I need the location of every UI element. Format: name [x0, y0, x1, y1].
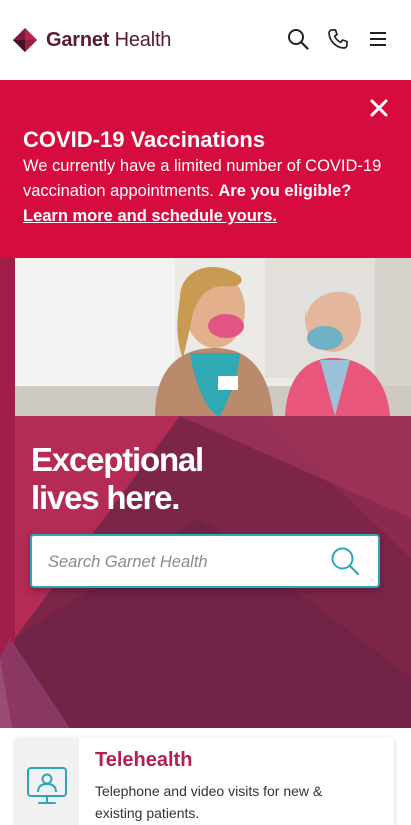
garnet-diamond-logo-icon [13, 28, 37, 52]
logo-wordmark: Garnet Health [46, 29, 171, 52]
banner-title: COVID-19 Vaccinations [23, 127, 266, 152]
hero-heading-line-1: Exceptional [31, 441, 204, 478]
logo-word-bold: Garnet [46, 28, 110, 51]
menu-icon[interactable] [367, 28, 389, 50]
hero-heading: Exceptional lives here. [31, 441, 331, 517]
learn-more-schedule-link[interactable]: Learn more and schedule yours. [23, 204, 277, 229]
hero-section: Exceptional lives here. [0, 258, 411, 728]
banner-message: We currently have a limited number of CO… [23, 154, 389, 204]
search-input[interactable] [48, 548, 318, 576]
garnet-health-logo[interactable]: Garnet Health [12, 27, 171, 53]
covid-alert-banner: COVID-19 Vaccinations We currently have … [0, 80, 411, 258]
site-header: Garnet Health [0, 0, 411, 80]
telehealth-monitor-icon [27, 767, 67, 804]
search-submit-icon[interactable] [330, 546, 360, 576]
site-search [30, 534, 380, 588]
logo-word-light: Health [109, 28, 172, 51]
nurse-and-patient-photo [15, 258, 411, 416]
phone-icon[interactable] [327, 28, 349, 50]
banner-eligibility-question: Are you eligible? [218, 182, 352, 200]
card-title: Telehealth [95, 749, 193, 771]
card-description: Telephone and video visits for new & exi… [95, 783, 323, 821]
telehealth-card[interactable]: Telehealth Telephone and video visits fo… [15, 738, 394, 825]
close-icon[interactable] [369, 98, 389, 118]
header-actions [287, 28, 389, 50]
search-icon[interactable] [287, 28, 309, 50]
hero-heading-line-2: lives here. [31, 479, 180, 516]
card-icon-panel [15, 738, 79, 825]
